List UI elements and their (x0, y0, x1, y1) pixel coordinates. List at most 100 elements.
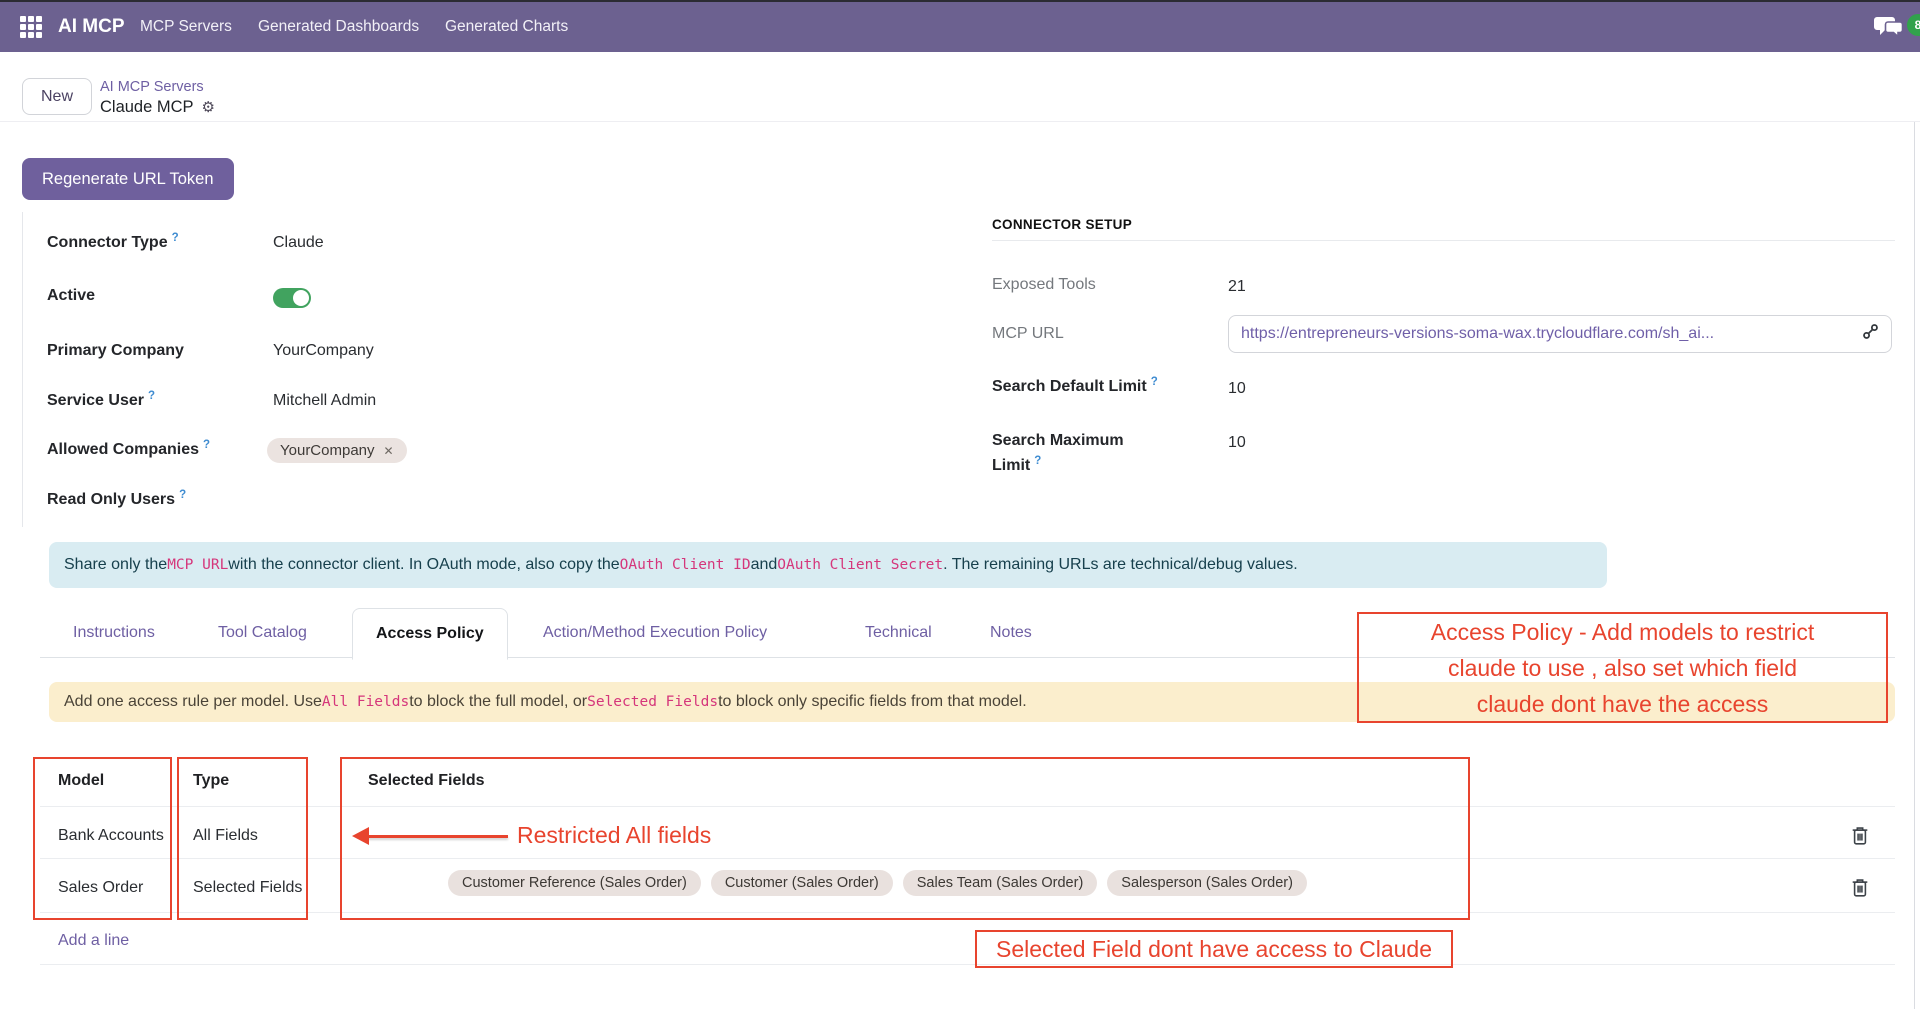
tag-label: YourCompany (280, 442, 375, 459)
field-label-search-maximum-limit: Search Maximum Limit? (992, 428, 1124, 480)
annotation-line: Access Policy - Add models to restrict (1359, 614, 1886, 650)
nav-item-mcp-servers[interactable]: MCP Servers (140, 2, 232, 52)
annotation-line: claude to use , also set which field (1359, 650, 1886, 686)
help-icon[interactable]: ? (172, 232, 179, 244)
table-row-divider (40, 912, 1895, 913)
tab-instructions[interactable]: Instructions (50, 608, 178, 658)
breadcrumb: Claude MCP ⚙ (100, 98, 215, 117)
cell-model[interactable]: Sales Order (58, 879, 143, 897)
new-button[interactable]: New (22, 78, 92, 115)
banner-text: with the connector client. In OAuth mode… (228, 556, 619, 574)
mcp-url-link[interactable]: https://entrepreneurs-versions-soma-wax.… (1241, 325, 1862, 343)
field-pill: Customer Reference (Sales Order) (448, 870, 701, 896)
active-toggle[interactable] (273, 288, 311, 308)
field-label-mcp-url: MCP URL (992, 325, 1064, 343)
field-label-exposed-tools: Exposed Tools (992, 276, 1096, 294)
field-value-primary-company[interactable]: YourCompany (273, 342, 374, 360)
cell-type[interactable]: Selected Fields (193, 879, 302, 897)
nav-item-generated-charts[interactable]: Generated Charts (445, 2, 568, 52)
mcp-url-field[interactable]: https://entrepreneurs-versions-soma-wax.… (1228, 315, 1892, 353)
apps-grid-icon[interactable] (20, 16, 44, 40)
code-snippet: Selected Fields (587, 694, 718, 710)
annotation-restricted-all-fields: Restricted All fields (517, 822, 711, 849)
field-pill: Customer (Sales Order) (711, 870, 893, 896)
app-brand[interactable]: AI MCP (58, 2, 125, 52)
help-icon[interactable]: ? (179, 489, 186, 501)
tab-access-policy[interactable]: Access Policy (352, 608, 508, 660)
info-alert: Share only the MCP URL with the connecto… (49, 542, 1607, 588)
code-snippet: OAuth Client Secret (777, 557, 943, 573)
banner-text: and (751, 556, 778, 574)
help-icon[interactable]: ? (148, 390, 155, 402)
page-title: Claude MCP (100, 98, 194, 116)
messages-icon[interactable] (1874, 14, 1906, 46)
link-icon[interactable] (1862, 323, 1879, 345)
label-text: Limit (992, 457, 1030, 474)
company-tag[interactable]: YourCompany ✕ (267, 438, 407, 463)
field-pill: Salesperson (Sales Order) (1107, 870, 1307, 896)
field-label-read-only-users: Read Only Users? (47, 491, 186, 509)
banner-text: . The remaining URLs are technical/debug… (943, 556, 1298, 574)
regenerate-url-token-button[interactable]: Regenerate URL Token (22, 158, 234, 200)
toggle-knob (293, 290, 309, 306)
annotation-arrow-head (352, 827, 369, 845)
annotation-box-selected-field: Selected Field dont have access to Claud… (975, 930, 1453, 968)
label-text: Service User (47, 392, 144, 409)
label-text: Connector Type (47, 234, 168, 251)
add-a-line-link[interactable]: Add a line (58, 932, 129, 950)
help-icon[interactable]: ? (1151, 376, 1158, 388)
field-value-search-maximum-limit[interactable]: 10 (1228, 434, 1246, 452)
tab-notes[interactable]: Notes (967, 608, 1055, 658)
nav-item-generated-dashboards[interactable]: Generated Dashboards (258, 2, 419, 52)
table-header-divider (40, 806, 1895, 807)
code-snippet: OAuth Client ID (620, 557, 751, 573)
tab-technical[interactable]: Technical (842, 608, 955, 658)
tab-tool-catalog[interactable]: Tool Catalog (195, 608, 330, 658)
column-header-type: Type (193, 772, 229, 790)
label-text: Allowed Companies (47, 441, 199, 458)
label-text: Search Default Limit (992, 378, 1147, 395)
field-label-search-default-limit: Search Default Limit? (992, 378, 1158, 396)
scrollbar[interactable] (1914, 122, 1915, 1009)
label-text: Search Maximum (992, 432, 1124, 449)
field-value-connector-type[interactable]: Claude (273, 234, 324, 252)
column-header-model: Model (58, 772, 104, 790)
delete-row-button[interactable] (1851, 825, 1873, 849)
label-text: Active (47, 287, 95, 304)
label-text: Exposed Tools (992, 276, 1096, 293)
code-snippet: MCP URL (167, 557, 228, 573)
tag-remove-icon[interactable]: ✕ (384, 444, 394, 458)
cell-type[interactable]: All Fields (193, 827, 258, 845)
field-label-connector-type: Connector Type? (47, 234, 179, 252)
banner-text: to block the full model, or (409, 693, 587, 711)
annotation-text: Selected Field dont have access to Claud… (996, 938, 1432, 961)
cell-selected-fields[interactable]: Customer Reference (Sales Order) Customer… (448, 870, 1307, 896)
label-text: MCP URL (992, 325, 1064, 342)
label-text: Primary Company (47, 342, 184, 359)
field-value-exposed-tools[interactable]: 21 (1228, 278, 1246, 296)
tabs-underline (40, 657, 1895, 658)
field-pill: Sales Team (Sales Order) (903, 870, 1098, 896)
field-label-service-user: Service User? (47, 392, 155, 410)
annotation-arrow (368, 835, 508, 838)
breadcrumb-parent-link[interactable]: AI MCP Servers (100, 79, 204, 95)
label-text: Read Only Users (47, 491, 175, 508)
cell-model[interactable]: Bank Accounts (58, 827, 164, 845)
help-icon[interactable]: ? (1034, 455, 1041, 467)
table-row-divider (40, 858, 1895, 859)
form-left-rule (22, 212, 23, 527)
tab-action-method-execution-policy[interactable]: Action/Method Execution Policy (520, 608, 790, 658)
field-value-search-default-limit[interactable]: 10 (1228, 380, 1246, 398)
field-label-active: Active (47, 287, 95, 305)
delete-row-button[interactable] (1851, 877, 1873, 901)
banner-text: to block only specific fields from that … (718, 693, 1027, 711)
field-value-service-user[interactable]: Mitchell Admin (273, 392, 376, 410)
code-snippet: All Fields (322, 694, 409, 710)
help-icon[interactable]: ? (203, 439, 210, 451)
settings-gear-icon[interactable]: ⚙ (202, 99, 215, 116)
table-bottom-divider (40, 964, 1895, 965)
field-label-allowed-companies: Allowed Companies? (47, 441, 210, 459)
page: AI MCP MCP Servers Generated Dashboards Ge… (0, 0, 1920, 1009)
section-divider (992, 240, 1895, 241)
control-panel-divider (0, 121, 1920, 122)
